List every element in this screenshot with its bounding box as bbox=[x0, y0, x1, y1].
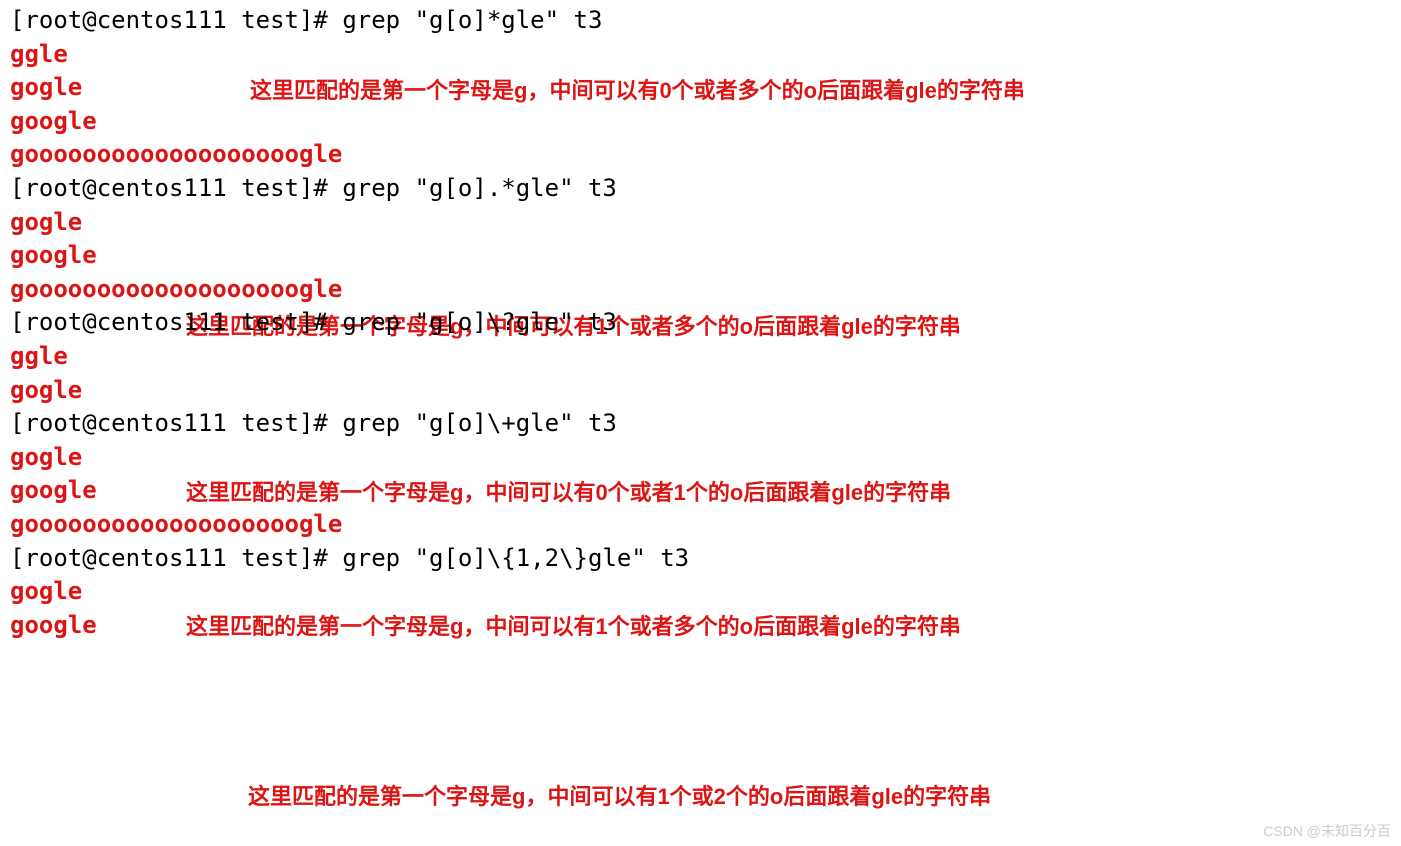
command-line: [root@centos111 test]# grep "g[o]\{1,2\}… bbox=[10, 542, 1391, 576]
grep-match: ggle bbox=[10, 340, 1391, 374]
grep-match: google bbox=[10, 609, 1391, 643]
grep-match: gogle bbox=[10, 441, 1391, 475]
grep-match: google bbox=[10, 474, 1391, 508]
command-line: [root@centos111 test]# grep "g[o]\+gle" … bbox=[10, 407, 1391, 441]
command-line: [root@centos111 test]# grep "g[o]*gle" t… bbox=[10, 4, 1391, 38]
annotation-text: 这里匹配的是第一个字母是g，中间可以有0个或者多个的o后面跟着gle的字符串 bbox=[250, 76, 1025, 107]
grep-match: gooooooooooooooooooogle bbox=[10, 138, 1391, 172]
grep-match: gogle bbox=[10, 575, 1391, 609]
command-line: [root@centos111 test]# grep "g[o]\?gle" … bbox=[10, 306, 1391, 340]
grep-match: google bbox=[10, 105, 1391, 139]
grep-match: gooooooooooooooooooogle bbox=[10, 273, 1391, 307]
grep-match: gogle bbox=[10, 374, 1391, 408]
terminal-output: [root@centos111 test]# grep "g[o]*gle" t… bbox=[10, 4, 1391, 642]
grep-match: google bbox=[10, 239, 1391, 273]
watermark: CSDN @未知百分百 bbox=[1263, 822, 1391, 842]
annotation-text: 这里匹配的是第一个字母是g，中间可以有1个或2个的o后面跟着gle的字符串 bbox=[248, 782, 991, 813]
grep-match: ggle bbox=[10, 38, 1391, 72]
command-line: [root@centos111 test]# grep "g[o].*gle" … bbox=[10, 172, 1391, 206]
grep-match: gogle bbox=[10, 206, 1391, 240]
grep-match: gooooooooooooooooooogle bbox=[10, 508, 1391, 542]
